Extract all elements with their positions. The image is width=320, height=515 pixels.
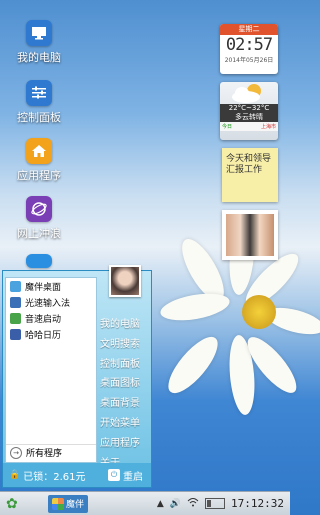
- menu-item-input-method[interactable]: 光速输入法: [6, 294, 96, 310]
- desktop-icon-applications[interactable]: 应用程序: [8, 138, 70, 183]
- menu-item-label: 音速启动: [25, 314, 62, 325]
- weather-widget[interactable]: 22°C~32°C 多云转晴 今日 上海市: [220, 82, 278, 140]
- photo-image: [226, 214, 274, 256]
- lock-icon: 🔒: [9, 470, 21, 480]
- weather-city: 上海市: [260, 124, 276, 130]
- link-applications[interactable]: 应用程序: [100, 434, 150, 454]
- start-menu: 魔伴桌面 光速输入法 音速启动 哈哈日历 → 所有程序 我的电脑 文明搜索 控制…: [2, 265, 152, 488]
- volume-icon[interactable]: 🔊: [170, 499, 181, 509]
- desktop-icon-label: 我的电脑: [17, 51, 61, 64]
- weather-desc: 多云转晴: [220, 113, 278, 122]
- chat-icon: [26, 254, 52, 268]
- weather-temp: 22°C~32°C: [220, 104, 278, 113]
- desktop-icon-chat[interactable]: [8, 254, 70, 271]
- chevron-up-icon[interactable]: ▲: [157, 499, 164, 509]
- menu-item-launcher[interactable]: 音速启动: [6, 310, 96, 326]
- restart-button[interactable]: ⏻ 重启: [108, 468, 143, 483]
- desktop-icon-label: 网上冲浪: [17, 227, 61, 240]
- calendar-time: 02:57: [225, 35, 273, 55]
- power-icon: ⏻: [108, 469, 120, 481]
- moban-app-icon: [52, 497, 64, 510]
- all-programs-label: 所有程序: [26, 449, 63, 459]
- sticky-note-text: 今天和领导汇报工作: [226, 154, 272, 175]
- start-menu-links: 我的电脑 文明搜索 控制面板 桌面图标 桌面背景 开始菜单 应用程序 关于: [100, 315, 150, 473]
- lock-status: 已锁：2.61元: [23, 471, 86, 483]
- desktop-icon-browser[interactable]: 网上冲浪: [8, 196, 70, 241]
- menu-item-calendar[interactable]: 哈哈日历: [6, 326, 96, 342]
- arrow-right-icon: →: [10, 446, 22, 459]
- start-menu-program-list: 魔伴桌面 光速输入法 音速启动 哈哈日历 → 所有程序: [5, 277, 97, 463]
- menu-item-label: 魔伴桌面: [25, 282, 62, 293]
- calendar-weekday: 星期二: [220, 24, 278, 35]
- photo-frame-widget[interactable]: [222, 210, 278, 260]
- restart-label: 重启: [123, 471, 143, 483]
- taskbar: ✿ 魔伴 ▲ 🔊 17:12:32: [0, 491, 290, 515]
- desktop-icon-control-panel[interactable]: 控制面板: [8, 80, 70, 125]
- link-desktop-icons[interactable]: 桌面图标: [100, 374, 150, 394]
- taskbar-clock[interactable]: 17:12:32: [231, 497, 284, 510]
- link-my-computer[interactable]: 我的电脑: [100, 315, 150, 335]
- weather-day: 今日: [222, 124, 233, 130]
- house-icon: [26, 138, 52, 164]
- desktop-icon-label: 控制面板: [17, 111, 61, 124]
- start-menu-footer: 🔒 已锁：2.61元 ⏻ 重启: [3, 463, 151, 487]
- browser-icon: [26, 196, 52, 222]
- menu-item-label: 哈哈日历: [25, 330, 62, 341]
- sticky-note-widget[interactable]: 今天和领导汇报工作: [222, 148, 278, 202]
- link-control-panel[interactable]: 控制面板: [100, 355, 150, 375]
- link-start-menu[interactable]: 开始菜单: [100, 414, 150, 434]
- taskbar-app-label: 魔伴: [66, 500, 85, 510]
- v-launch-icon: [10, 312, 21, 324]
- all-programs-button[interactable]: → 所有程序: [6, 444, 96, 460]
- link-search[interactable]: 文明搜索: [100, 335, 150, 355]
- computer-icon: [26, 20, 52, 46]
- input-method-icon: [10, 296, 21, 308]
- system-tray: ▲ 🔊 17:12:32: [151, 497, 290, 510]
- desktop-icon-my-computer[interactable]: 我的电脑: [8, 20, 70, 65]
- wifi-icon[interactable]: [187, 497, 199, 510]
- flower-start-icon[interactable]: ✿: [6, 496, 28, 512]
- cloudy-sun-icon: [220, 82, 278, 104]
- avatar[interactable]: [109, 265, 141, 297]
- battery-icon[interactable]: [205, 498, 226, 509]
- calendar-date: 2014年05月26日: [224, 57, 274, 64]
- menu-item-mobanzhuomian[interactable]: 魔伴桌面: [6, 278, 96, 294]
- taskbar-app-moban[interactable]: 魔伴: [48, 494, 89, 513]
- calendar-widget[interactable]: 星期二 02:57 2014年05月26日: [220, 24, 278, 74]
- desktop-icon-label: 应用程序: [17, 169, 61, 182]
- control-panel-icon: [26, 80, 52, 106]
- link-desktop-background[interactable]: 桌面背景: [100, 394, 150, 414]
- flower-icon: [10, 280, 21, 292]
- menu-item-label: 光速输入法: [25, 298, 71, 309]
- calendar-icon: [10, 328, 21, 340]
